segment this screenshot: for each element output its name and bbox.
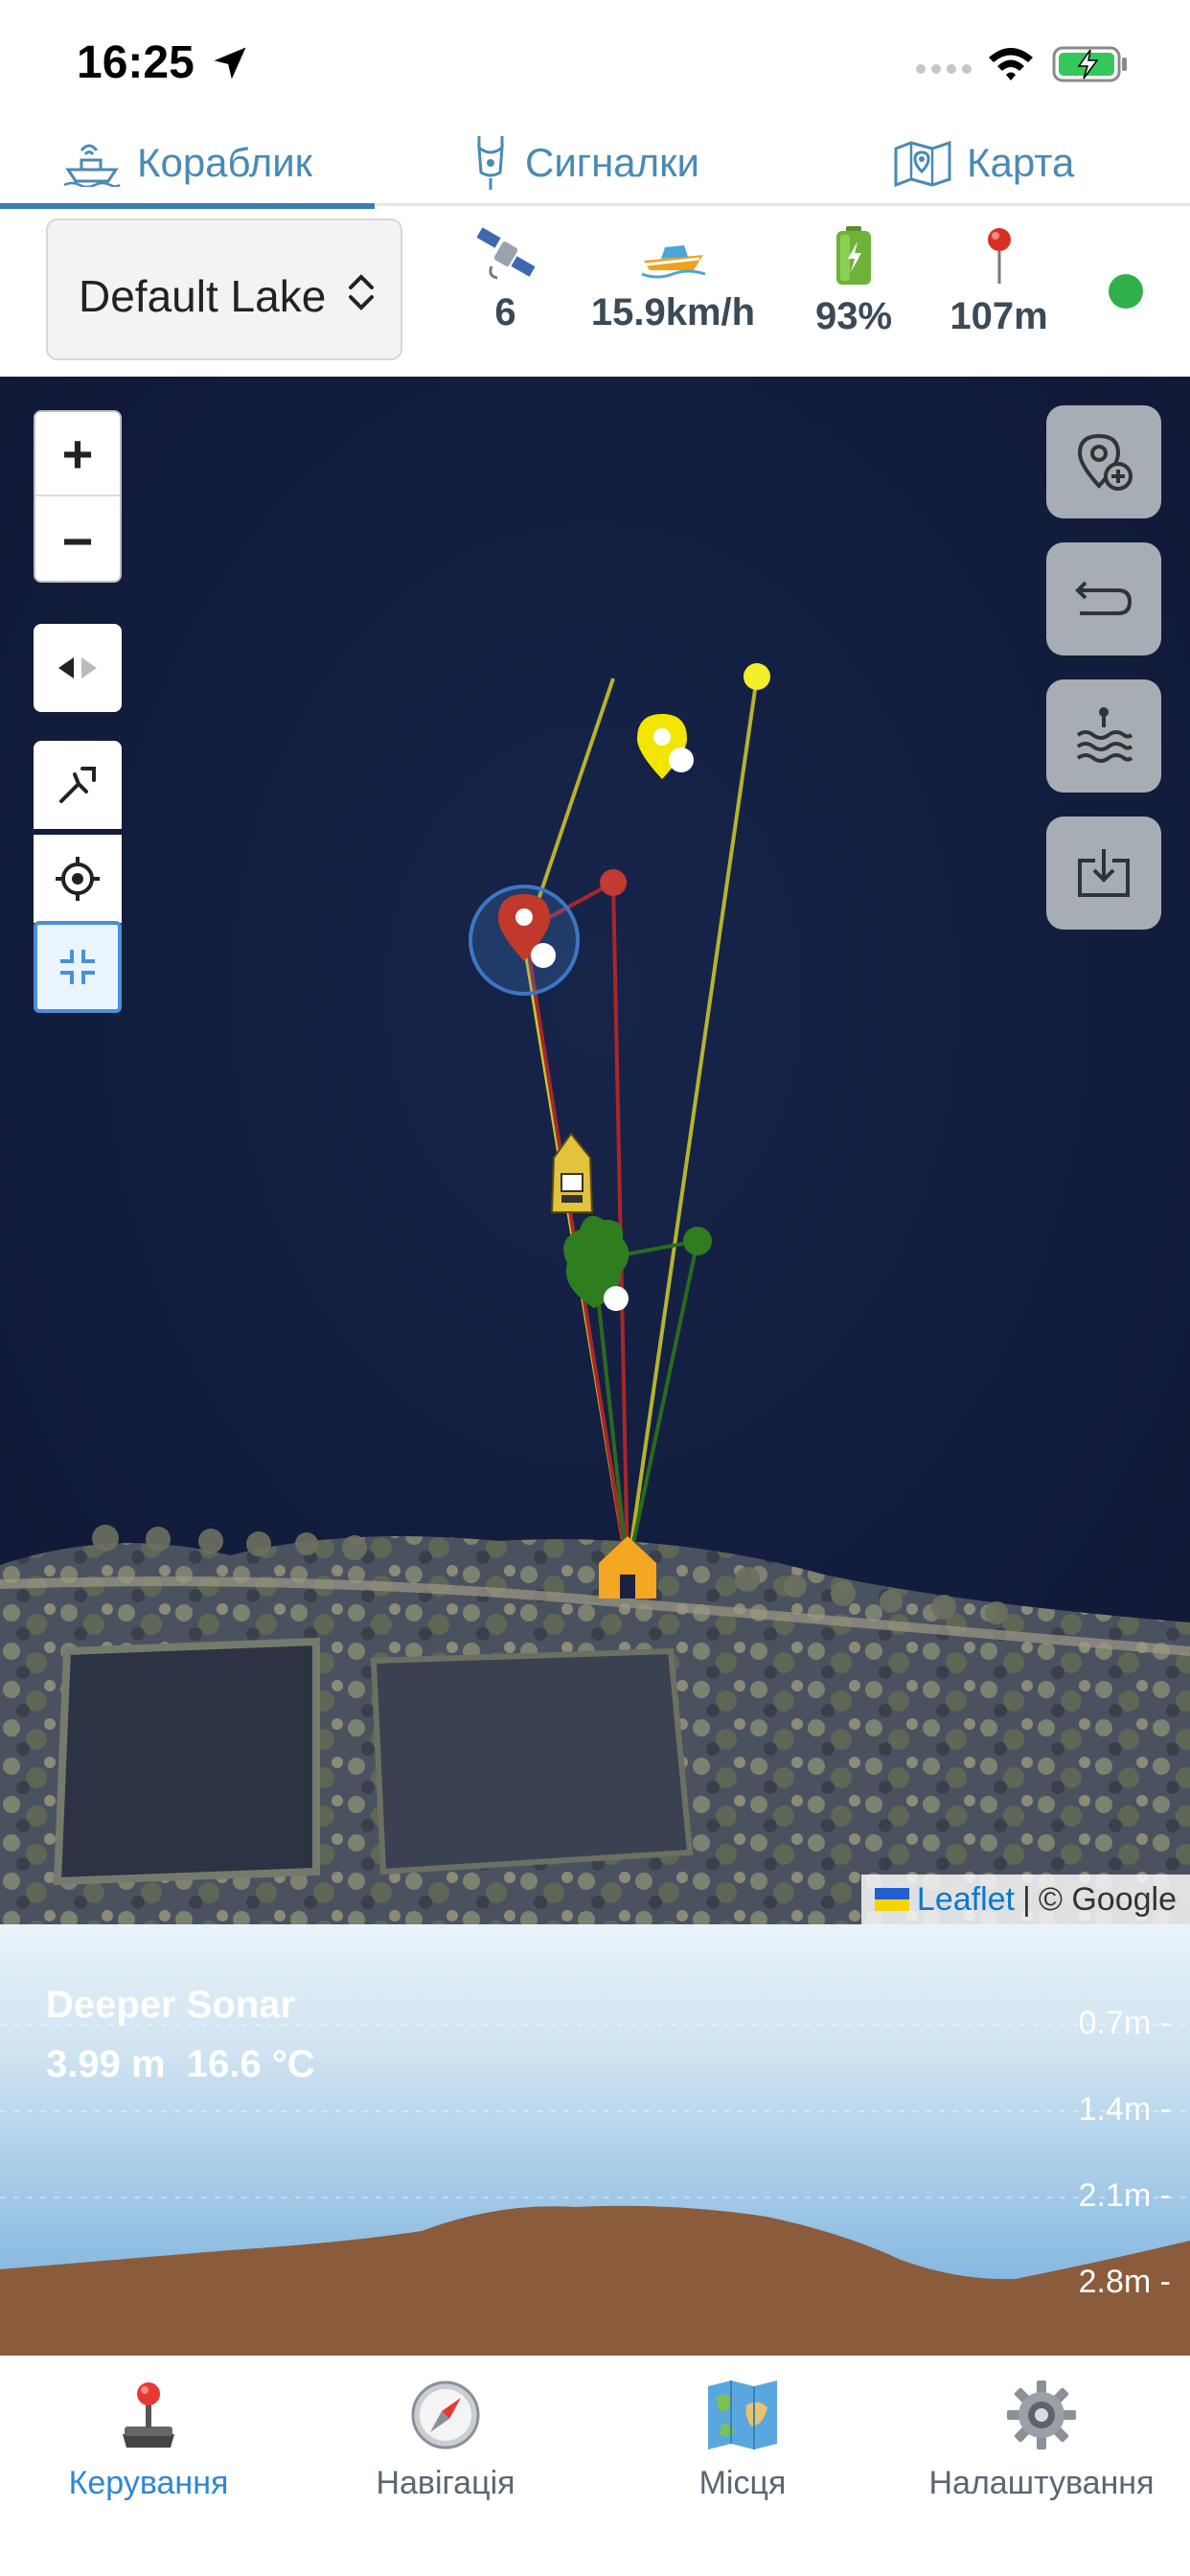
route-button[interactable] (34, 741, 122, 829)
bite-alarm-icon (477, 136, 504, 190)
location-arrow-icon (214, 47, 246, 80)
add-location-icon (1077, 433, 1133, 491)
map-view[interactable]: + − Leaflet | © Google (0, 377, 1190, 1924)
sonar-readout: 3.99 m 16.6 °C (46, 2043, 315, 2086)
nav-control-label: Керування (68, 2465, 229, 2501)
sonar-panel: Deeper Sonar 3.99 m 16.6 °C 0.7m - 1.4m … (0, 1924, 1190, 2356)
sonar-temperature: 16.6 °C (186, 2043, 315, 2085)
nav-navigation[interactable]: Навігація (297, 2377, 594, 2502)
distance-stat: 107m (934, 226, 1064, 338)
water-sonar-icon (1076, 707, 1133, 763)
gear-icon (1007, 2380, 1076, 2450)
map-pin-icon (894, 140, 951, 187)
locate-button[interactable] (34, 835, 122, 923)
zoom-in-button[interactable]: + (35, 412, 120, 496)
compass-icon (411, 2380, 480, 2450)
status-time: 16:25 (77, 37, 195, 88)
battery-stat: 93% (795, 226, 912, 338)
waypoint-red[interactable] (600, 869, 627, 896)
depth-label: 1.4m - (1078, 2091, 1171, 2128)
nav-places[interactable]: Місця (594, 2377, 891, 2502)
left-right-arrows-icon (58, 657, 97, 678)
exit-fullscreen-button[interactable] (34, 921, 122, 1013)
tab-alarms-label: Сигналки (525, 140, 700, 185)
depth-label: 0.7m - (1078, 2005, 1171, 2041)
battery-icon (836, 226, 871, 285)
attribution-separator: | (1022, 1880, 1031, 1918)
lake-select[interactable]: Default Lake (46, 218, 402, 360)
battery-value: 93% (814, 295, 893, 337)
connection-status-dot (1109, 274, 1143, 309)
nav-settings-label: Налаштування (928, 2465, 1155, 2501)
map-icon (708, 2380, 777, 2450)
satellites-stat: 6 (450, 226, 561, 334)
depth-label: 2.8m - (1078, 2264, 1171, 2300)
tab-map-label: Карта (967, 140, 1075, 185)
satellites-value: 6 (494, 291, 516, 334)
download-tray-icon (1078, 849, 1130, 897)
lake-select-value: Default Lake (79, 271, 327, 321)
top-tab-bar: Кораблик Сигналки Карта (0, 120, 1190, 209)
speed-value: 15.9km/h (590, 291, 756, 334)
split-view-button[interactable] (34, 624, 122, 712)
signal-dots-icon (916, 64, 972, 74)
route-icon (59, 767, 96, 803)
sonar-depth: 3.99 m (46, 2043, 166, 2085)
leaflet-link[interactable]: Leaflet (917, 1881, 1015, 1919)
pushpin-icon (987, 228, 1011, 284)
satellite-icon (475, 227, 536, 280)
joystick-icon (123, 2382, 174, 2448)
tab-alarms[interactable]: Сигналки (471, 120, 699, 206)
ukraine-flag-icon (874, 1888, 909, 1911)
speedboat-icon (640, 245, 705, 279)
waypoint-yellow[interactable] (744, 663, 770, 690)
chevron-updown-icon (349, 274, 374, 310)
tab-boat[interactable]: Кораблик (0, 120, 376, 209)
boat-info-bar: Default Lake 6 15.9km/h 93% 107m (0, 209, 1190, 377)
depth-label: 2.1m - (1078, 2177, 1171, 2214)
wifi-icon (989, 48, 1033, 80)
status-bar: 16:25 (0, 0, 1190, 120)
satellite-map (0, 377, 1190, 1924)
tab-map[interactable]: Карта (894, 120, 1074, 206)
nav-control[interactable]: Керування (0, 2377, 297, 2502)
zoom-out-button[interactable]: − (35, 498, 120, 583)
crosshair-icon (56, 857, 100, 901)
nav-settings[interactable]: Налаштування (893, 2377, 1190, 2502)
return-home-button[interactable] (1046, 542, 1161, 656)
battery-charging-icon (1052, 46, 1127, 82)
google-copyright: © Google (1038, 1880, 1177, 1918)
boat-wifi-icon (63, 144, 121, 187)
nav-navigation-label: Навігація (376, 2465, 515, 2501)
map-attribution: Leaflet | © Google (860, 1874, 1190, 1924)
return-route-icon (1075, 581, 1133, 615)
waypoint-green[interactable] (683, 1227, 712, 1255)
bottom-nav: Керування Навігація Місця Налаштування (0, 2356, 1190, 2576)
distance-value: 107m (950, 295, 1048, 337)
nav-places-label: Місця (698, 2465, 787, 2501)
sonar-drop-button[interactable] (1046, 679, 1161, 793)
sonar-title: Deeper Sonar (46, 1984, 296, 2026)
speed-stat: 15.9km/h (575, 226, 771, 334)
shrink-icon (60, 950, 95, 984)
unload-bait-button[interactable] (1046, 816, 1161, 930)
add-place-button[interactable] (1046, 405, 1161, 518)
tab-boat-label: Кораблик (137, 140, 313, 185)
zoom-control: + − (34, 410, 122, 583)
